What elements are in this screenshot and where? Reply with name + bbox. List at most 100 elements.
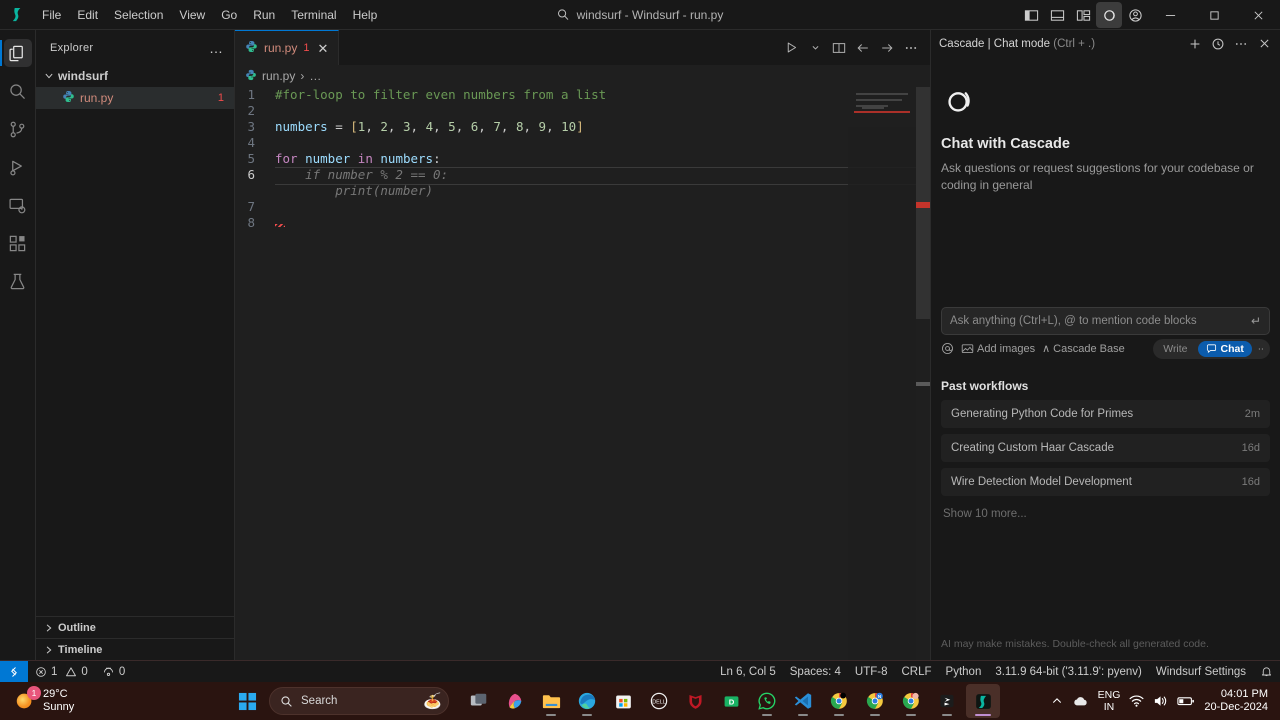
taskbar-app-chrome-notion[interactable]: N [858,684,892,718]
taskbar-app-microsoft-edge[interactable] [570,684,604,718]
status-ports[interactable]: 0 [95,661,132,683]
cloud-icon[interactable] [1072,694,1089,709]
taskbar-app-green-app[interactable]: D [714,684,748,718]
editor-tab-run-py[interactable]: run.py 1 ✕ [235,30,340,65]
model-selector[interactable]: ∧ Cascade Base [1042,342,1125,356]
activity-testing-icon[interactable] [0,262,36,300]
language-indicator[interactable]: ENG IN [1098,689,1121,713]
editor-tab-close-icon[interactable]: ✕ [317,42,328,55]
status-encoding[interactable]: UTF-8 [848,661,895,683]
new-chat-icon[interactable] [1185,34,1205,54]
toggle-primary-sidebar-icon[interactable] [1018,2,1044,28]
weather-notification-badge: 1 [27,686,41,700]
cascade-close-icon[interactable] [1254,34,1274,54]
status-language-mode[interactable]: Python [939,661,989,683]
split-editor-icon[interactable] [828,36,850,60]
show-more-workflows-link[interactable]: Show 10 more... [941,502,1270,526]
window-maximize-button[interactable] [1192,0,1236,30]
breadcrumb-file[interactable]: run.py [262,69,295,83]
status-eol[interactable]: CRLF [895,661,939,683]
menu-help[interactable]: Help [345,5,386,25]
status-cursor-position[interactable]: Ln 6, Col 5 [713,661,783,683]
history-icon[interactable] [1208,34,1228,54]
volume-icon[interactable] [1153,694,1168,708]
notifications-bell-icon[interactable] [1253,661,1280,683]
taskbar-app-dell[interactable]: DELL [642,684,676,718]
navigate-back-icon[interactable] [852,36,874,60]
search-icon [558,9,569,20]
code-line: 3 numbers = [1, 2, 3, 4, 5, 6, 7, 8, 9, 1… [235,119,930,135]
command-center[interactable]: windsurf - Windsurf - run.py [557,8,723,22]
tray-expand-chevron-up-icon[interactable] [1051,695,1063,707]
menu-run[interactable]: Run [245,5,283,25]
clock-widget[interactable]: 04:01 PM 20-Dec-2024 [1204,688,1268,714]
cascade-more-icon[interactable] [1231,34,1251,54]
mode-write-option[interactable]: Write [1155,341,1195,357]
taskbar-app-dark-app[interactable] [930,684,964,718]
menu-selection[interactable]: Selection [106,5,171,25]
taskbar-app-task-view[interactable] [462,684,496,718]
weather-widget[interactable]: 1 29°C Sunny [0,686,230,714]
activity-search-icon[interactable] [0,72,36,110]
sidebar-section-timeline[interactable]: Timeline [36,638,234,660]
send-icon[interactable]: ↵ [1251,314,1261,328]
activity-extensions-icon[interactable] [0,224,36,262]
menu-file[interactable]: File [34,5,69,25]
taskbar-app-mcafee[interactable] [678,684,712,718]
menu-go[interactable]: Go [213,5,245,25]
code-editor[interactable]: 1 #for-loop to filter even numbers from a… [235,87,930,660]
past-workflows-title: Past workflows [941,378,1029,393]
taskbar-app-chrome-secondary[interactable] [894,684,928,718]
navigate-forward-icon[interactable] [876,36,898,60]
taskbar-app-vs-code[interactable] [786,684,820,718]
folder-root-windsurf[interactable]: windsurf [36,65,234,87]
window-minimize-button[interactable] [1148,0,1192,30]
wifi-icon[interactable] [1129,694,1144,708]
battery-icon[interactable] [1177,695,1195,707]
window-close-button[interactable] [1236,0,1280,30]
workflow-item[interactable]: Creating Custom Haar Cascade 16d [941,433,1270,462]
file-item-run-py[interactable]: run.py 1 [36,87,234,109]
mention-icon[interactable] [941,342,954,355]
account-icon[interactable] [1122,2,1148,28]
menu-view[interactable]: View [171,5,213,25]
status-windsurf-settings[interactable]: Windsurf Settings [1149,661,1253,683]
taskbar-app-chrome[interactable] [822,684,856,718]
run-icon[interactable] [780,36,802,60]
taskbar-app-copilot[interactable] [498,684,532,718]
taskbar-app-file-explorer[interactable] [534,684,568,718]
activity-run-debug-icon[interactable] [0,148,36,186]
workflow-item[interactable]: Wire Detection Model Development 16d [941,467,1270,496]
editor-more-actions-icon[interactable] [900,36,922,60]
mode-chat-option[interactable]: Chat [1197,340,1252,357]
status-python-interpreter[interactable]: 3.11.9 64-bit ('3.11.9': pyenv) [988,661,1149,683]
activity-remote-explorer-icon[interactable] [0,186,36,224]
cascade-chat-input[interactable]: Ask anything (Ctrl+L), @ to mention code… [941,306,1270,335]
sidebar-section-outline[interactable]: Outline [36,616,234,638]
workflow-title: Wire Detection Model Development [951,475,1132,488]
toggle-panel-icon[interactable] [1044,2,1070,28]
remote-window-indicator[interactable] [0,660,28,683]
sidebar-more-actions-icon[interactable]: … [205,40,228,56]
menu-edit[interactable]: Edit [69,5,106,25]
taskbar-app-microsoft-store[interactable] [606,684,640,718]
status-problems[interactable]: 1 0 [28,661,95,683]
taskbar-app-whatsapp[interactable] [750,684,784,718]
customize-layout-icon[interactable] [1070,2,1096,28]
start-button-icon[interactable] [230,684,264,718]
editor-minimap[interactable] [848,87,916,660]
status-indentation[interactable]: Spaces: 4 [783,661,848,683]
menu-terminal[interactable]: Terminal [283,5,344,25]
taskbar-search-box[interactable]: Search 🍝 [269,687,449,715]
editor-vertical-scrollbar[interactable] [916,87,930,660]
code-token: numbers [275,119,328,134]
workflow-item[interactable]: Generating Python Code for Primes 2m [941,399,1270,428]
activity-source-control-icon[interactable] [0,110,36,148]
breadcrumb-symbol[interactable]: … [309,69,321,83]
add-images-button[interactable]: Add images [961,342,1035,355]
activity-explorer-icon[interactable] [0,34,36,72]
cascade-toggle-icon[interactable] [1096,2,1122,28]
mode-more-icon[interactable]: ∙∙ [1254,343,1268,355]
taskbar-app-windsurf[interactable] [966,684,1000,718]
run-dropdown-chevron-down-icon[interactable] [804,36,826,60]
